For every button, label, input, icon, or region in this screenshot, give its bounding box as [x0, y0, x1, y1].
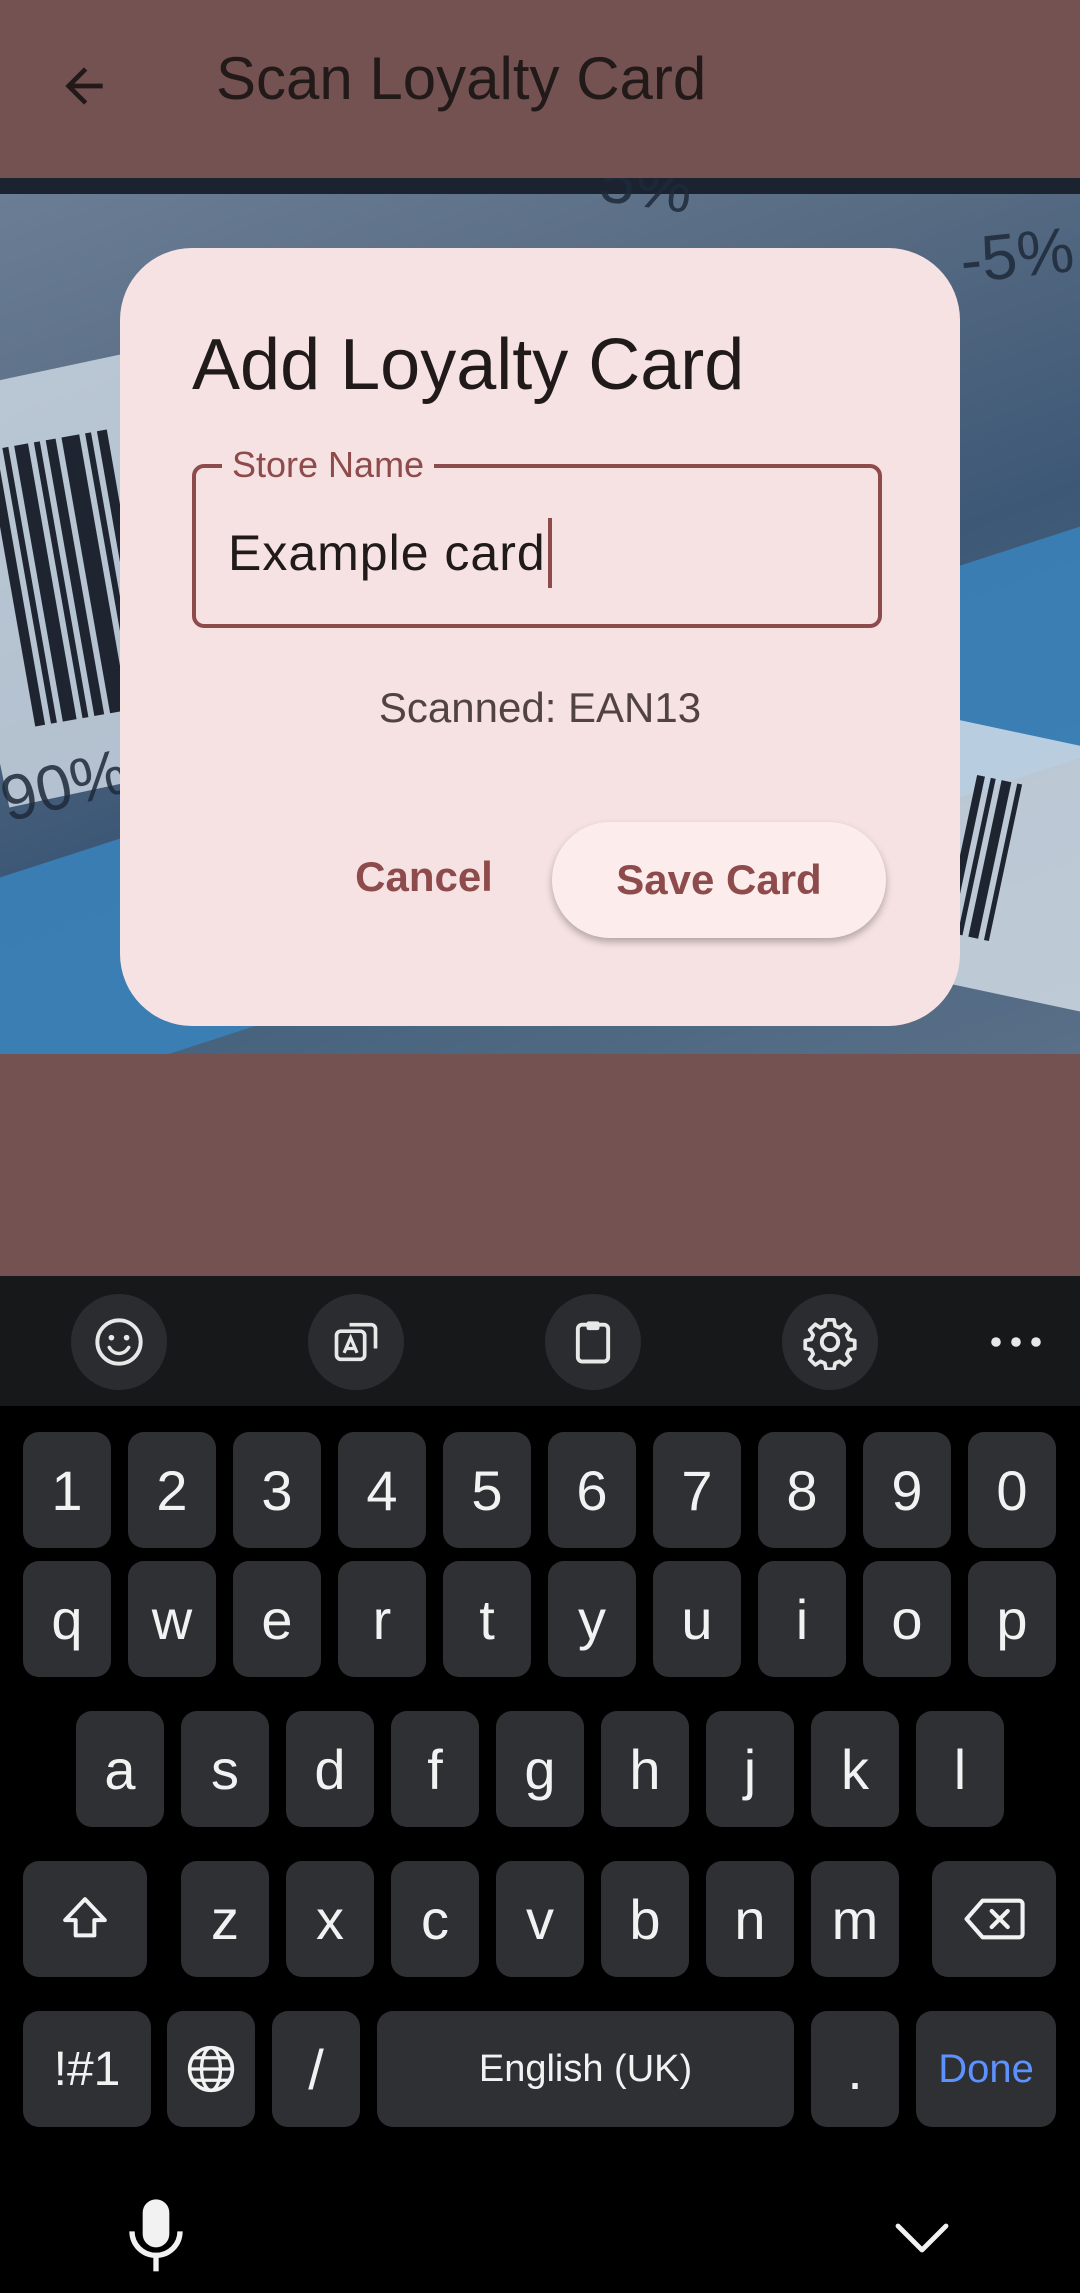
key-0[interactable]: 0: [968, 1432, 1056, 1548]
save-card-button[interactable]: Save Card: [552, 822, 886, 938]
key-z[interactable]: z: [181, 1861, 269, 1977]
key-6[interactable]: 6: [548, 1432, 636, 1548]
done-key[interactable]: Done: [916, 2011, 1056, 2127]
key-a[interactable]: a: [76, 1711, 164, 1827]
slash-key[interactable]: /: [272, 2011, 360, 2127]
scanned-format-text: Scanned: EAN13: [378, 684, 702, 731]
backspace-icon: [964, 1898, 1025, 1940]
key-c[interactable]: c: [391, 1861, 479, 1977]
translate-icon: [334, 1322, 378, 1362]
key-5[interactable]: 5: [443, 1432, 531, 1548]
key-w[interactable]: w: [128, 1561, 216, 1677]
back-button[interactable]: [52, 54, 116, 118]
key-k[interactable]: k: [811, 1711, 899, 1827]
backspace-key[interactable]: [932, 1861, 1056, 1977]
more-options-button[interactable]: [968, 1294, 1064, 1390]
keyboard-bottom-bar: [0, 2176, 1080, 2293]
key-v[interactable]: v: [496, 1861, 584, 1977]
key-u[interactable]: u: [653, 1561, 741, 1677]
key-3[interactable]: 3: [233, 1432, 321, 1548]
text-cursor: [547, 518, 552, 588]
store-name-field[interactable]: Store Name Example card: [192, 444, 882, 628]
store-name-input[interactable]: Example card: [228, 518, 552, 588]
clipboard-button[interactable]: [545, 1294, 641, 1390]
key-8[interactable]: 8: [758, 1432, 846, 1548]
key-e[interactable]: e: [233, 1561, 321, 1677]
translate-button[interactable]: [308, 1294, 404, 1390]
app-bar: Scan Loyalty Card: [0, 0, 1080, 168]
key-7[interactable]: 7: [653, 1432, 741, 1548]
key-x[interactable]: x: [286, 1861, 374, 1977]
scanner-bottom-area: [0, 1054, 1080, 1276]
period-key[interactable]: .: [811, 2011, 899, 2127]
settings-icon: [803, 1317, 857, 1370]
key-4[interactable]: 4: [338, 1432, 426, 1548]
page-title: Scan Loyalty Card: [216, 45, 707, 112]
key-s[interactable]: s: [181, 1711, 269, 1827]
more-icon: [991, 1337, 1041, 1347]
globe-icon: [187, 2045, 235, 2093]
emoji-icon: [95, 1318, 143, 1366]
voice-input-button[interactable]: [124, 2194, 188, 2279]
key-9[interactable]: 9: [863, 1432, 951, 1548]
key-d[interactable]: d: [286, 1711, 374, 1827]
key-q[interactable]: q: [23, 1561, 111, 1677]
hide-keyboard-button[interactable]: [892, 2220, 952, 2261]
emoji-button[interactable]: [71, 1294, 167, 1390]
key-b[interactable]: b: [601, 1861, 689, 1977]
key-p[interactable]: p: [968, 1561, 1056, 1677]
key-i[interactable]: i: [758, 1561, 846, 1677]
key-g[interactable]: g: [496, 1711, 584, 1827]
key-y[interactable]: y: [548, 1561, 636, 1677]
keyboard-settings-button[interactable]: [782, 1294, 878, 1390]
microphone-icon: [129, 2199, 183, 2272]
space-key[interactable]: English (UK): [377, 2011, 794, 2127]
add-card-dialog: Add Loyalty Card Store Name Example card…: [120, 248, 960, 1026]
key-2[interactable]: 2: [128, 1432, 216, 1548]
key-o[interactable]: o: [863, 1561, 951, 1677]
cancel-button[interactable]: Cancel: [342, 822, 506, 932]
key-l[interactable]: l: [916, 1711, 1004, 1827]
key-r[interactable]: r: [338, 1561, 426, 1677]
chevron-down-icon: [895, 2223, 949, 2253]
camera-edge: [0, 178, 1080, 194]
key-m[interactable]: m: [811, 1861, 899, 1977]
clipboard-icon: [575, 1321, 611, 1364]
arrow-back-icon: [65, 67, 103, 105]
key-h[interactable]: h: [601, 1711, 689, 1827]
shift-key[interactable]: [23, 1861, 147, 1977]
store-name-label: Store Name: [222, 444, 435, 486]
key-f[interactable]: f: [391, 1711, 479, 1827]
camera-text: -5%: [956, 213, 1078, 297]
soft-keyboard: 1 2 3 4 5 6 7 8 9 0 q w e r t y u i o p …: [0, 1276, 1080, 2293]
language-key[interactable]: [167, 2011, 255, 2127]
key-1[interactable]: 1: [23, 1432, 111, 1548]
key-j[interactable]: j: [706, 1711, 794, 1827]
shift-icon: [63, 1897, 107, 1938]
symbols-key[interactable]: !#1: [23, 2011, 151, 2127]
camera-text: 5%: [595, 178, 698, 228]
key-n[interactable]: n: [706, 1861, 794, 1977]
dialog-title: Add Loyalty Card: [192, 325, 745, 405]
keyboard-toolbar: [0, 1276, 1080, 1406]
store-name-value: Example card: [228, 525, 546, 581]
key-t[interactable]: t: [443, 1561, 531, 1677]
